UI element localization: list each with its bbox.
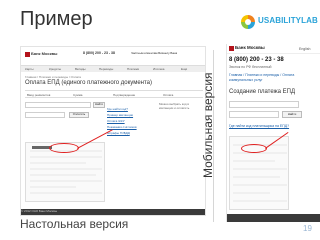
usabilitylab-mark-icon <box>241 15 255 29</box>
desktop-step: Ввод реквизитов <box>27 93 51 97</box>
desktop-nav-item[interactable]: Платежи <box>127 67 139 71</box>
desktop-breadcrumb[interactable]: Главная / Платежи и переводы / Оплата <box>25 75 81 79</box>
desktop-nav-item[interactable]: Кредиты <box>49 67 61 71</box>
mobile-version-label: Мобильная версия <box>201 72 215 178</box>
mobile-header: Банк Москвы English <box>227 44 320 54</box>
desktop-code-input[interactable] <box>25 102 91 108</box>
desktop-step: Оплата <box>163 93 174 97</box>
desktop-util-links[interactable]: Частным клиентам Бизнесу Банк <box>131 51 177 55</box>
desktop-side-note: Можно выбрать код в квитанции и оплатить <box>159 102 190 110</box>
mobile-bottom-bar <box>227 214 320 222</box>
desktop-search-button[interactable]: Найти <box>93 102 105 108</box>
slide-title: Пример <box>20 8 93 30</box>
highlight-ellipse <box>241 144 267 153</box>
mobile-lang-link[interactable]: English <box>299 47 310 52</box>
usabilitylab-logo: USABILITYLAB <box>241 14 318 32</box>
desktop-amount-input[interactable] <box>25 112 65 118</box>
desktop-footer: © 2012 ОАО Банк Москвы <box>21 209 205 215</box>
desktop-bank-logo[interactable]: Банк Москвы <box>25 51 57 59</box>
desktop-bank-name: Банк Москвы <box>31 51 58 56</box>
desktop-steps: Ввод реквизитов Сумма Подтверждение Опла… <box>25 90 203 98</box>
usabilitylab-logo-text: USABILITYLAB <box>258 16 318 25</box>
desktop-phone: 8 (800) 200 - 23 - 38 <box>83 51 115 55</box>
desktop-nav: Карты Кредиты Вклады Переводы Платежи Ип… <box>21 65 205 72</box>
desktop-nav-item[interactable]: Переводы <box>99 67 113 71</box>
mobile-help-link[interactable]: Где найти код платильщика на ЕПД? <box>229 124 317 129</box>
desktop-pay-button[interactable]: Оплатить <box>69 112 89 118</box>
mobile-page-title: Создание платежа ЕПД <box>229 89 296 95</box>
desktop-version-label: Настольная версия <box>20 217 129 231</box>
mobile-code-input[interactable] <box>229 101 299 108</box>
mobile-phone[interactable]: 8 (800) 200 - 23 - 38 <box>229 57 284 64</box>
desktop-screenshot: Банк Москвы 8 (800) 200 - 23 - 38 Частны… <box>20 46 206 216</box>
mobile-bank-name[interactable]: Банк Москвы <box>235 45 265 51</box>
mobile-search-button[interactable]: Найти <box>282 111 302 118</box>
mobile-phone-note: Звонок по РФ бесплатный <box>229 65 272 69</box>
mobile-breadcrumb[interactable]: Главная / Платежи и переводы / Оплата ко… <box>229 73 319 82</box>
desktop-page-title: Оплата ЕПД (единого платежного документа… <box>25 80 153 86</box>
desktop-nav-item[interactable]: Ещё <box>181 67 187 71</box>
bank-logo-icon <box>25 52 30 57</box>
mobile-screenshot: Банк Москвы English 8 (800) 200 - 23 - 3… <box>226 44 320 222</box>
highlight-ellipse <box>49 143 79 153</box>
desktop-header: Банк Москвы 8 (800) 200 - 23 - 38 Частны… <box>21 47 205 65</box>
bank-logo-icon <box>229 46 234 51</box>
page-number: 19 <box>303 224 312 233</box>
desktop-nav-item[interactable]: Ипотека <box>153 67 164 71</box>
desktop-step: Сумма <box>73 93 83 97</box>
desktop-nav-item[interactable]: Карты <box>25 67 34 71</box>
desktop-nav-item[interactable]: Вклады <box>75 67 86 71</box>
desktop-help-link[interactable]: Штрафы ГИБДД <box>107 131 157 137</box>
desktop-help-links: Где найти код? Пример квитанции Оплата Ж… <box>107 107 157 137</box>
mobile-amount-input[interactable] <box>229 111 279 118</box>
desktop-footer-text: © 2012 ОАО Банк Москвы <box>21 209 58 213</box>
desktop-step: Подтверждение <box>113 93 136 97</box>
